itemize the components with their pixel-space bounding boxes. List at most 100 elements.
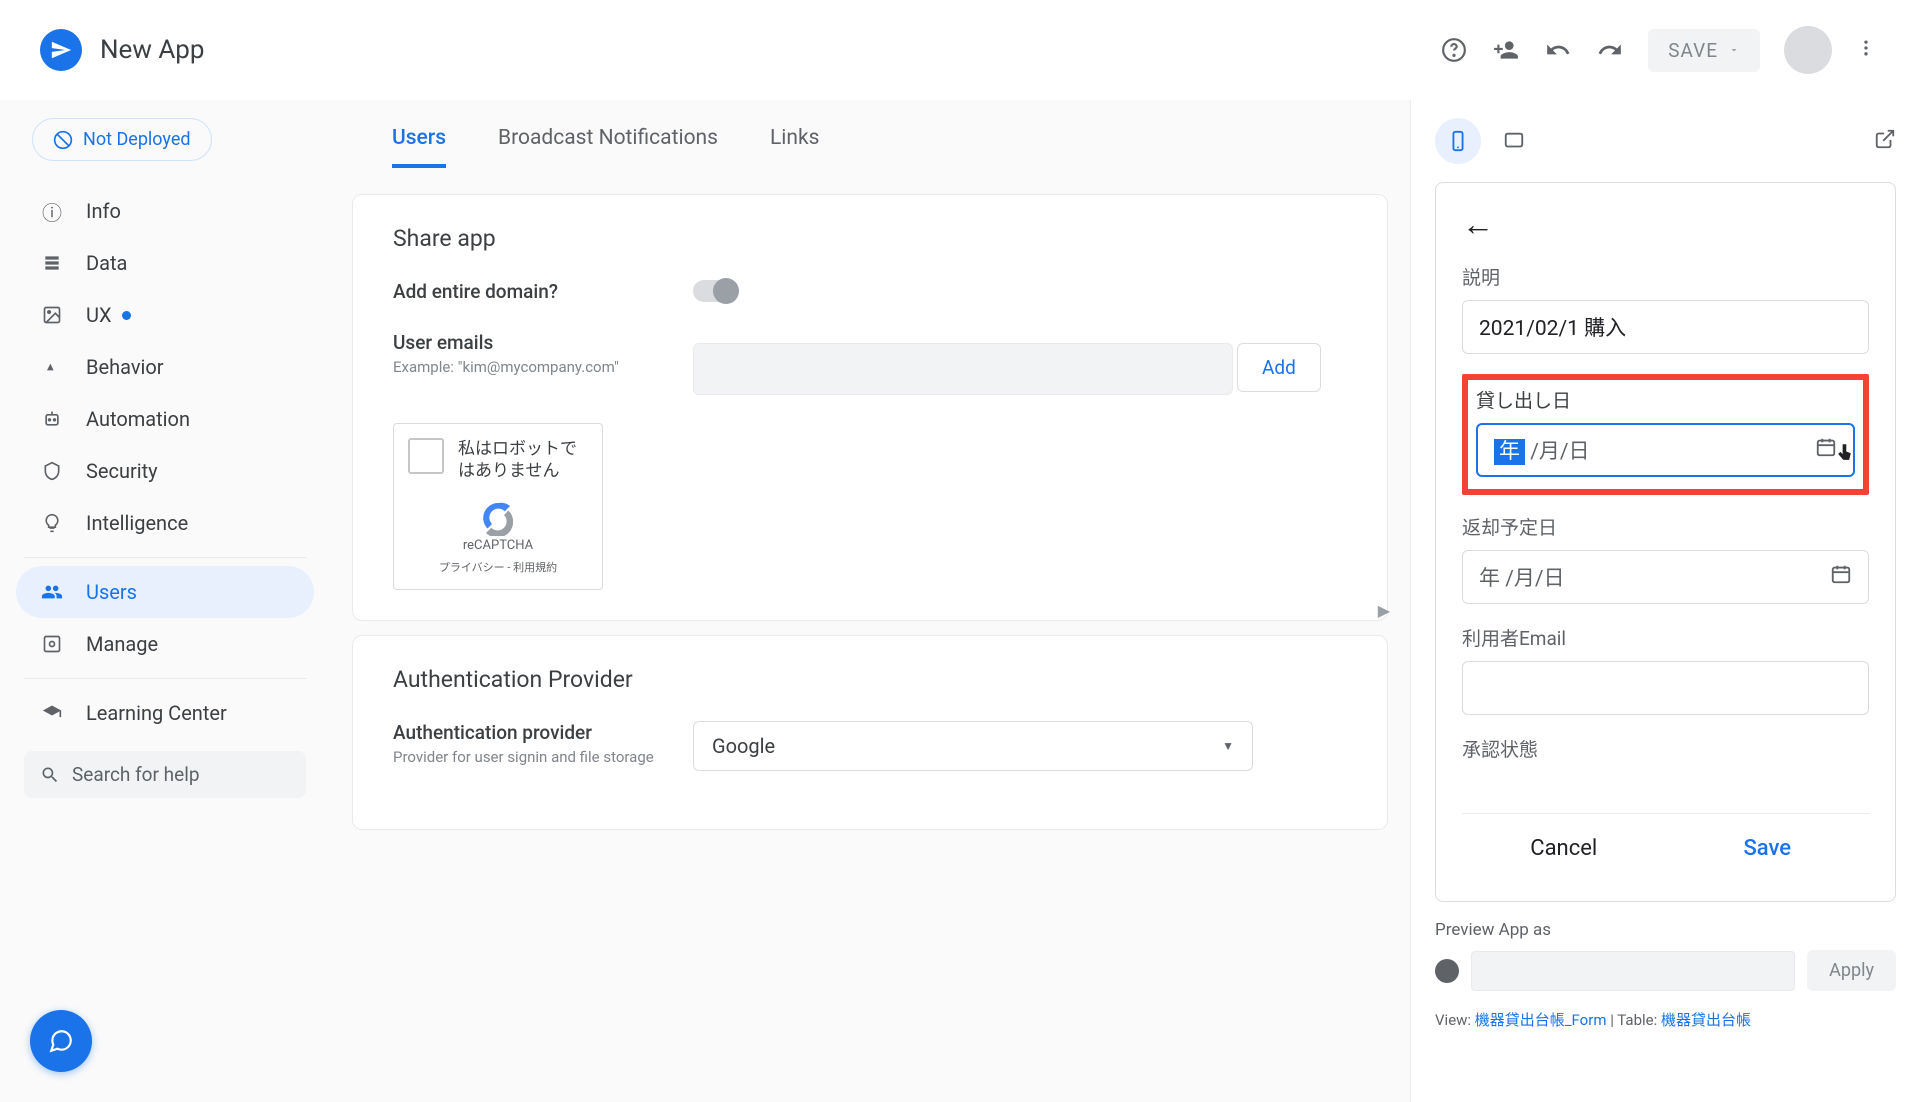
share-app-card: Share app Add entire domain? User emails… — [352, 194, 1388, 621]
auth-provider-value: Google — [712, 734, 775, 758]
user-avatar[interactable] — [1784, 26, 1832, 74]
field-label-return-date: 返却予定日 — [1462, 513, 1869, 540]
deploy-status-label: Not Deployed — [83, 129, 191, 150]
form-cancel-button[interactable]: Cancel — [1462, 814, 1666, 883]
redo-icon[interactable] — [1596, 36, 1624, 64]
tab-links[interactable]: Links — [770, 112, 820, 168]
back-icon[interactable]: ← — [1462, 205, 1494, 243]
calendar-icon[interactable] — [1830, 563, 1852, 591]
domain-toggle-label: Add entire domain? — [393, 280, 558, 303]
notification-dot — [122, 311, 131, 320]
sidebar-item-manage[interactable]: Manage — [16, 618, 314, 670]
ux-icon — [40, 303, 64, 327]
lend-date-input[interactable]: 年 /月/日 — [1476, 423, 1855, 477]
deploy-status-badge[interactable]: Not Deployed — [32, 118, 212, 161]
help-icon[interactable] — [1440, 36, 1468, 64]
not-deployed-icon — [53, 130, 73, 150]
description-input[interactable]: 2021/02/1 購入 — [1462, 300, 1869, 354]
preview-as-input[interactable] — [1471, 951, 1795, 991]
shield-icon — [40, 459, 64, 483]
chat-icon — [48, 1028, 74, 1054]
apply-button[interactable]: Apply — [1807, 950, 1896, 991]
sidebar-item-label: Learning Center — [86, 701, 227, 725]
info-icon: ⓘ — [40, 199, 64, 223]
auth-provider-select[interactable]: Google ▼ — [693, 721, 1253, 771]
cursor-icon — [1833, 442, 1855, 464]
search-help-input[interactable]: Search for help — [24, 751, 306, 798]
manage-icon — [40, 632, 64, 656]
chevron-down-icon: ▼ — [1222, 739, 1234, 753]
recaptcha-label: 私はロボットではありません — [458, 438, 588, 482]
sidebar-item-label: Security — [86, 459, 158, 483]
field-label-user-email: 利用者Email — [1462, 624, 1869, 651]
table-link[interactable]: 機器貸出台帳 — [1661, 1011, 1751, 1029]
auth-provider-sub: Provider for user signin and file storag… — [393, 748, 693, 766]
sidebar-item-label: Manage — [86, 632, 158, 656]
sidebar-item-label: Info — [86, 199, 121, 223]
app-logo — [40, 29, 82, 71]
sidebar-item-intelligence[interactable]: Intelligence — [16, 497, 314, 549]
share-app-title: Share app — [393, 225, 1347, 252]
mobile-icon — [1447, 130, 1469, 152]
user-emails-example: Example: "kim@mycompany.com" — [393, 358, 693, 376]
sidebar-item-label: Data — [86, 251, 127, 275]
sidebar-item-behavior[interactable]: Behavior — [16, 341, 314, 393]
save-button-label: SAVE — [1668, 39, 1718, 62]
view-link[interactable]: 機器貸出台帳_Form — [1475, 1011, 1607, 1029]
tab-broadcast[interactable]: Broadcast Notifications — [498, 112, 718, 168]
preview-avatar-icon — [1435, 959, 1459, 983]
highlighted-field: 貸し出し日 年 /月/日 — [1462, 374, 1869, 495]
sidebar-item-label: UX — [86, 303, 112, 327]
chat-fab-button[interactable] — [30, 1010, 92, 1072]
sidebar-item-label: Intelligence — [86, 511, 188, 535]
sidebar-item-automation[interactable]: Automation — [16, 393, 314, 445]
sidebar-item-users[interactable]: Users — [16, 566, 314, 618]
recaptcha-checkbox[interactable] — [408, 438, 444, 474]
tab-users[interactable]: Users — [392, 112, 446, 168]
device-mobile-button[interactable] — [1435, 118, 1481, 164]
add-email-button[interactable]: Add — [1237, 343, 1321, 392]
sidebar-item-learning-center[interactable]: Learning Center — [16, 687, 314, 739]
recaptcha-widget: 私はロボットではありません reCAPTCHA プライバシー - 利用規約 — [393, 423, 603, 590]
view-table-info: View: 機器貸出台帳_Form | Table: 機器貸出台帳 — [1435, 1009, 1896, 1030]
preview-as-label: Preview App as — [1435, 920, 1896, 940]
user-emails-label: User emails — [393, 331, 693, 354]
field-label-description: 説明 — [1462, 263, 1869, 290]
nav-divider — [24, 678, 306, 679]
app-header: New App SAVE — [0, 0, 1920, 100]
recaptcha-icon — [480, 500, 516, 536]
expand-preview-icon[interactable]: ▶ — [1378, 601, 1390, 620]
undo-icon[interactable] — [1544, 36, 1572, 64]
recaptcha-brand: reCAPTCHA — [463, 538, 533, 553]
user-emails-input[interactable] — [693, 343, 1233, 395]
description-value: 2021/02/1 購入 — [1479, 312, 1626, 342]
nav-divider — [24, 557, 306, 558]
open-external-icon[interactable] — [1874, 128, 1896, 154]
main-content: Users Broadcast Notifications Links Shar… — [330, 100, 1410, 1102]
field-label-lend-date: 貸し出し日 — [1476, 386, 1855, 413]
calendar-icon[interactable] — [1815, 436, 1837, 464]
device-tablet-button[interactable] — [1491, 118, 1537, 164]
auth-provider-card: Authentication Provider Authentication p… — [352, 635, 1388, 830]
bulb-icon — [40, 511, 64, 535]
return-date-input[interactable]: 年 /月/日 — [1462, 550, 1869, 604]
sidebar-item-info[interactable]: ⓘ Info — [16, 185, 314, 237]
user-email-input[interactable] — [1462, 661, 1869, 715]
automation-icon — [40, 407, 64, 431]
add-user-icon[interactable] — [1492, 36, 1520, 64]
tablet-icon — [1503, 130, 1525, 152]
more-icon[interactable] — [1856, 38, 1880, 62]
save-button[interactable]: SAVE — [1648, 29, 1760, 72]
field-label-approval-status: 承認状態 — [1462, 735, 1869, 762]
domain-toggle[interactable] — [693, 280, 737, 302]
form-save-button[interactable]: Save — [1666, 814, 1870, 883]
learning-icon — [40, 701, 64, 725]
chevron-down-icon — [1728, 44, 1740, 56]
sidebar-item-ux[interactable]: UX — [16, 289, 314, 341]
sidebar-item-label: Automation — [86, 407, 190, 431]
app-title: New App — [100, 35, 204, 65]
content-tabs: Users Broadcast Notifications Links — [352, 100, 1388, 180]
sidebar-item-security[interactable]: Security — [16, 445, 314, 497]
sidebar-item-data[interactable]: Data — [16, 237, 314, 289]
sidebar-item-label: Behavior — [86, 355, 164, 379]
